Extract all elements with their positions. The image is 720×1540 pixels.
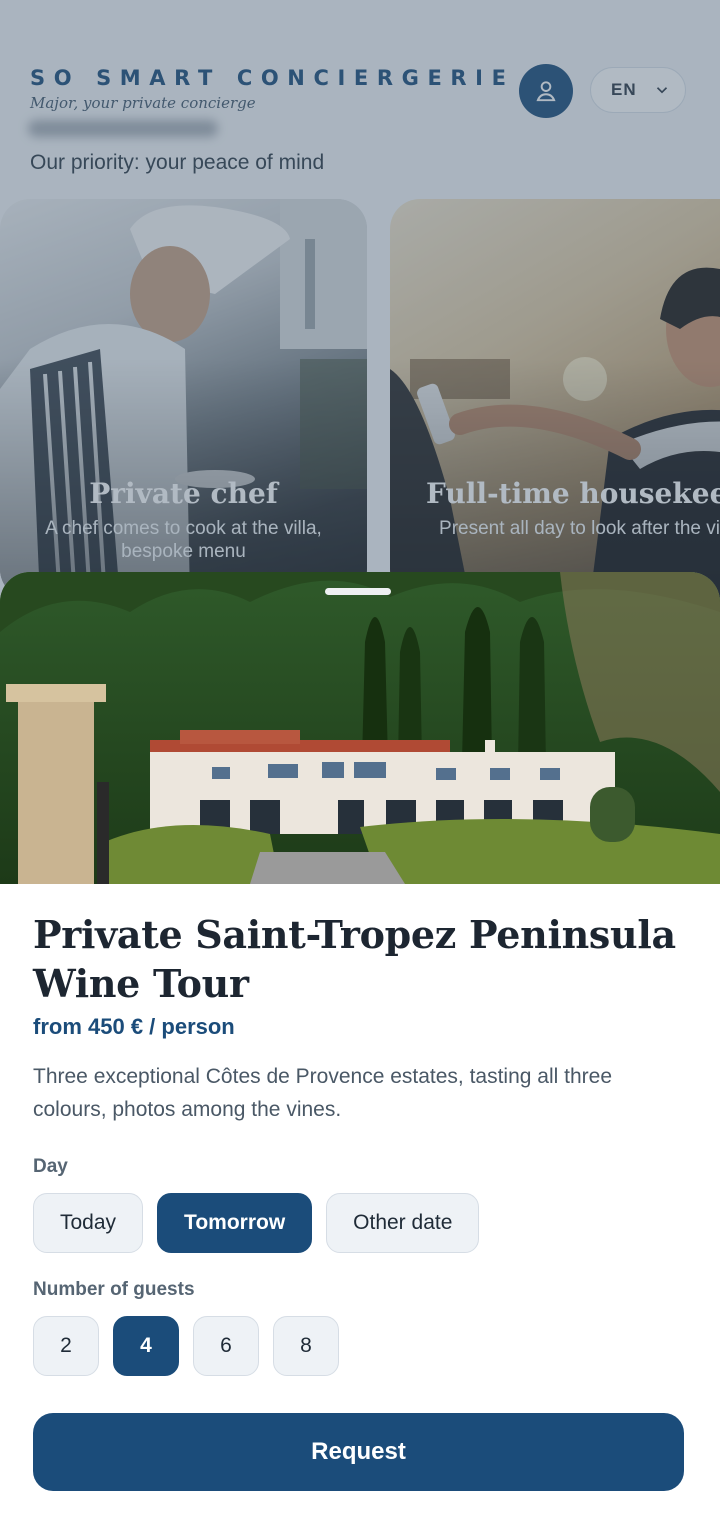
drag-handle[interactable] xyxy=(325,588,391,595)
booking-sheet: Private Saint-Tropez Peninsula Wine Tour… xyxy=(0,572,720,1540)
experience-description: Three exceptional Côtes de Provence esta… xyxy=(33,1065,612,1121)
sheet-content: Private Saint-Tropez Peninsula Wine Tour… xyxy=(33,910,683,1376)
guest-option-6[interactable]: 6 xyxy=(193,1316,259,1376)
guest-option-4[interactable]: 4 xyxy=(113,1316,179,1376)
experience-price: from 450 € / person xyxy=(33,1014,235,1039)
day-option-tomorrow[interactable]: Tomorrow xyxy=(157,1193,313,1253)
guests-label: Number of guests xyxy=(33,1279,195,1300)
estate-photo xyxy=(0,572,720,884)
guest-options: 2 4 6 8 xyxy=(33,1316,683,1376)
day-label: Day xyxy=(33,1156,68,1177)
guest-option-8[interactable]: 8 xyxy=(273,1316,339,1376)
request-button[interactable]: Request xyxy=(33,1413,684,1491)
guest-option-2[interactable]: 2 xyxy=(33,1316,99,1376)
day-option-today[interactable]: Today xyxy=(33,1193,144,1253)
day-option-other-date[interactable]: Other date xyxy=(326,1193,480,1253)
day-options: Today Tomorrow Other date xyxy=(33,1193,683,1253)
experience-title: Private Saint-Tropez Peninsula Wine Tour xyxy=(33,912,676,1006)
